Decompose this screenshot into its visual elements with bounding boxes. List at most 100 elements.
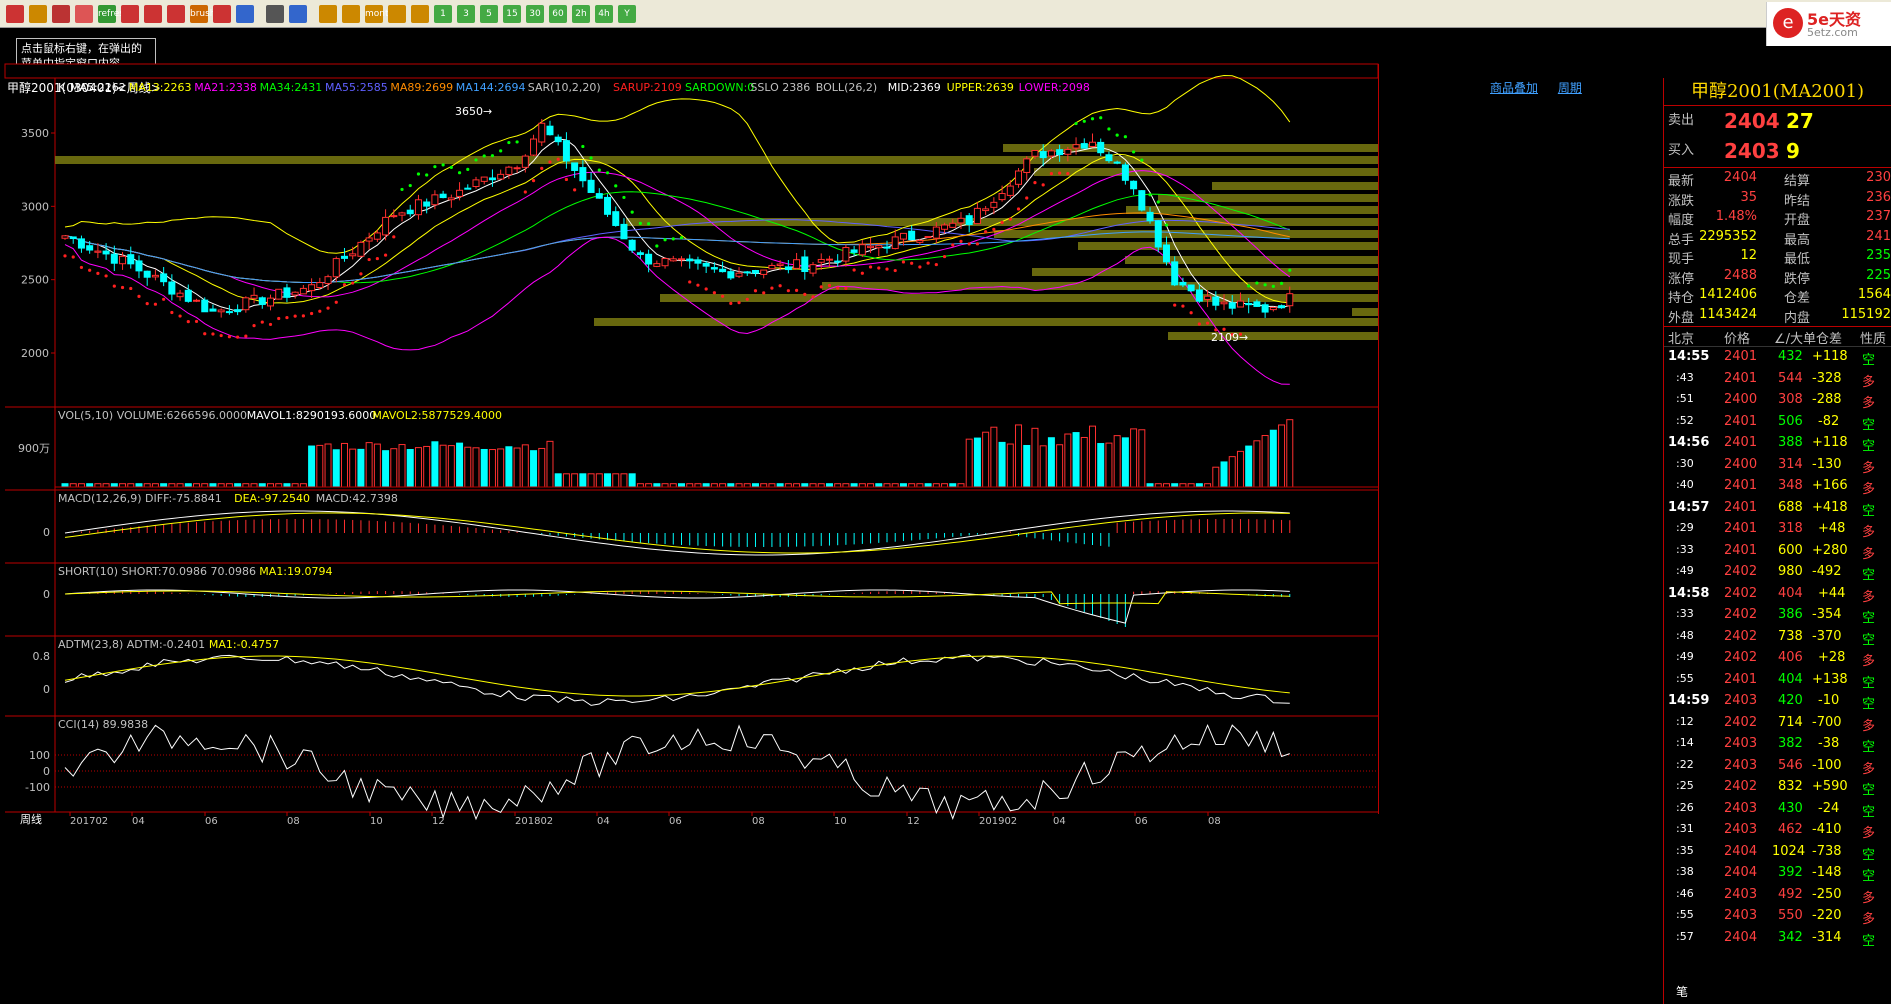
candle-body — [332, 258, 340, 278]
tick-price: 2402 — [1724, 650, 1758, 665]
x-tick-label: 10 — [834, 816, 847, 827]
volume-bar — [1113, 435, 1121, 488]
tick-row[interactable]: :25 2402 832 +590 空 — [1664, 777, 1891, 799]
tick-row[interactable]: :40 2401 348 +166 多 — [1664, 476, 1891, 498]
x-tick-label: 04 — [1053, 816, 1066, 827]
ask-row: 卖出 2404 27 — [1664, 106, 1891, 136]
candle-body — [751, 270, 759, 274]
tick-price: 2401 — [1724, 413, 1758, 429]
tick-oi-change: -220 — [1812, 908, 1842, 923]
ma-legend-item: LOWER:2098 — [1019, 81, 1090, 94]
tick-row[interactable]: 14:58 2402 404 +44 多 — [1664, 584, 1891, 606]
volume-bar — [1006, 443, 1014, 488]
tick-row[interactable]: :26 2403 430 -24 空 — [1664, 799, 1891, 821]
tick-row[interactable]: 14:56 2401 388 +118 空 — [1664, 433, 1891, 455]
candle-body — [86, 245, 94, 251]
tick-row[interactable]: :43 2401 544 -328 多 — [1664, 369, 1891, 391]
stat-value: 225 — [1866, 267, 1891, 283]
sar-dot — [88, 268, 92, 272]
volume-profile-bar — [822, 282, 1378, 290]
sar-dot — [975, 242, 980, 246]
tick-row[interactable]: 14:59 2403 420 -10 空 — [1664, 691, 1891, 713]
tick-row[interactable]: :51 2400 308 -288 多 — [1664, 390, 1891, 412]
candle-body — [924, 236, 932, 239]
tick-row[interactable]: :48 2402 738 -370 空 — [1664, 627, 1891, 649]
volume-bar — [488, 449, 496, 488]
sar-dot — [1041, 183, 1045, 187]
tick-row[interactable]: :38 2404 392 -148 空 — [1664, 863, 1891, 885]
tick-oi-change: -82 — [1818, 413, 1840, 429]
tick-row[interactable]: :29 2401 318 +48 多 — [1664, 519, 1891, 541]
tick-row[interactable]: :31 2403 462 -410 多 — [1664, 820, 1891, 842]
volume-profile-bar — [660, 294, 1378, 302]
tick-oi-change: +118 — [1812, 349, 1848, 364]
candle-body — [513, 167, 521, 170]
sar-dot — [1049, 172, 1053, 176]
tick-row[interactable]: :57 2404 342 -314 空 — [1664, 928, 1891, 950]
tick-row[interactable]: :33 2401 600 +280 多 — [1664, 541, 1891, 563]
candle-body — [209, 308, 217, 312]
tick-row[interactable]: :30 2400 314 -130 多 — [1664, 455, 1891, 477]
candle-body — [324, 276, 332, 284]
tick-row[interactable]: :22 2403 546 -100 多 — [1664, 756, 1891, 778]
volume-profile-bar — [55, 156, 1378, 164]
volume-bar — [998, 441, 1006, 488]
sar-dot — [310, 311, 314, 316]
tick-row[interactable]: :35 2404 1024 -738 空 — [1664, 842, 1891, 864]
candle-body — [1047, 150, 1055, 157]
tick-row[interactable]: :12 2402 714 -700 多 — [1664, 713, 1891, 735]
sar-dot — [145, 302, 149, 306]
kline-chart[interactable]: 3500 3000 2500 2000 3650→ 2109→ K MA5:2262 MA13:… — [0, 0, 1663, 1004]
tick-oi-change: -148 — [1812, 865, 1842, 880]
stat-value: 1412406 — [1699, 287, 1757, 302]
tick-type: 空 — [1862, 568, 1876, 583]
tick-row[interactable]: :52 2401 506 -82 空 — [1664, 412, 1891, 434]
sar-dot — [79, 265, 84, 270]
tick-row[interactable]: :14 2403 382 -38 空 — [1664, 734, 1891, 756]
volume-profile-bar — [1212, 182, 1378, 190]
short-legend-item: SHORT(10) SHORT:70.0986 70.0986 — [58, 565, 256, 578]
tick-row[interactable]: :49 2402 980 -492 空 — [1664, 562, 1891, 584]
tick-row[interactable]: :55 2403 550 -220 多 — [1664, 906, 1891, 928]
candle-body — [464, 187, 472, 190]
x-tick-label: 201802 — [515, 816, 553, 827]
stat-label: 内盘 — [1784, 310, 1811, 326]
tick-row[interactable]: :33 2402 386 -354 空 — [1664, 605, 1891, 627]
sar-dot — [778, 284, 782, 288]
volume-bar — [1121, 437, 1129, 488]
tick-oi-change: -10 — [1818, 693, 1840, 708]
volume-bar — [1015, 424, 1023, 488]
stat-row: 涨跌 35 昨结 236 — [1664, 190, 1891, 210]
tick-row[interactable]: :46 2403 492 -250 多 — [1664, 885, 1891, 907]
sar-dot — [729, 301, 733, 306]
candle-body — [719, 268, 727, 273]
sar-dot — [836, 286, 840, 290]
sar-dot — [1000, 220, 1004, 225]
candle-body — [201, 299, 209, 313]
sar-dot — [194, 319, 199, 324]
sar-dot — [285, 315, 289, 320]
candle-body — [423, 201, 431, 207]
tick-time: :29 — [1676, 521, 1694, 534]
tick-row[interactable]: 14:55 2401 432 +118 空 — [1664, 347, 1891, 369]
ticks-list[interactable]: 14:55 2401 432 +118 空:43 2401 544 -328 多:51 2400 3… — [1664, 347, 1891, 949]
candle-body — [941, 224, 949, 230]
candle-body — [661, 258, 669, 267]
candle-body — [151, 274, 159, 278]
candle-body — [678, 258, 685, 261]
volume-bar — [628, 473, 636, 488]
tick-row[interactable]: :55 2401 404 +138 空 — [1664, 670, 1891, 692]
ticks-footer[interactable]: 笔 — [1676, 983, 1688, 1000]
y-tick-label: 2000 — [21, 347, 49, 360]
tick-type: 多 — [1862, 912, 1876, 927]
quote-panel: 甲醇2001(MA2001) 卖出 2404 27 买入 2403 9 最新 24… — [1663, 78, 1891, 1004]
candle-body — [1015, 170, 1023, 185]
candle-body — [439, 193, 447, 199]
tick-volume: 430 — [1778, 800, 1803, 816]
candle-body — [242, 297, 250, 311]
tick-time: :12 — [1676, 714, 1694, 728]
volume-bar — [1039, 445, 1047, 488]
tick-row[interactable]: 14:57 2401 688 +418 空 — [1664, 498, 1891, 520]
tick-row[interactable]: :49 2402 406 +28 多 — [1664, 648, 1891, 670]
candle-body — [1146, 211, 1154, 222]
